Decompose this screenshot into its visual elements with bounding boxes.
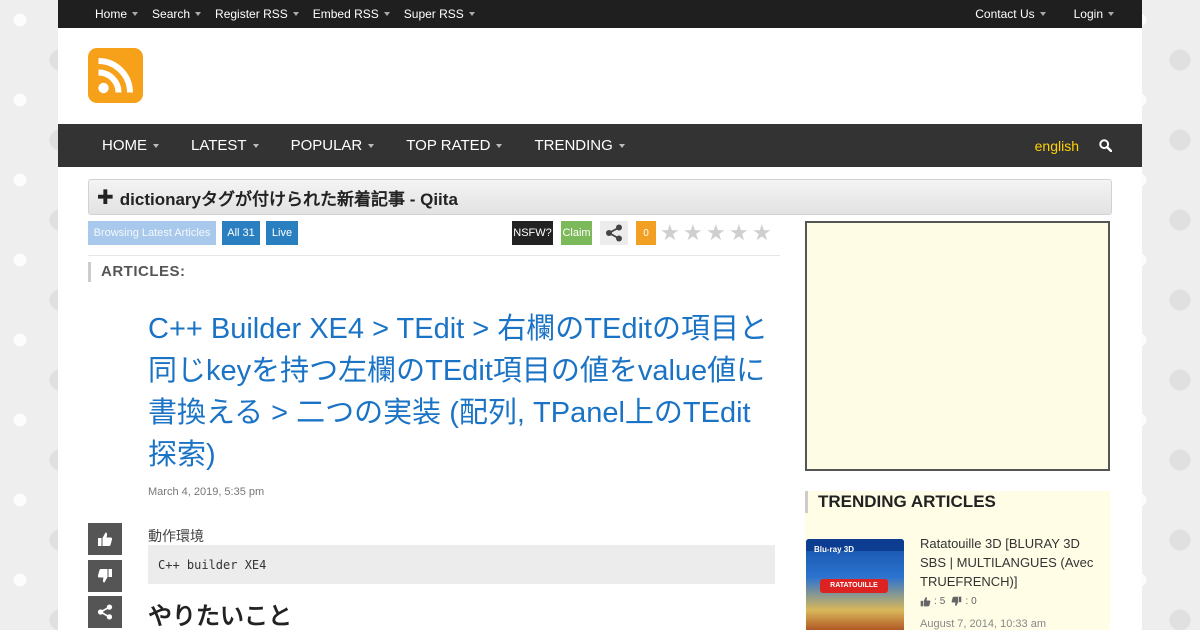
cover-title: RATATOUILLE [820,579,888,593]
caret-down-icon [132,12,139,16]
top-bar-right: Contact Us Login [961,7,1114,21]
nsfw-button[interactable]: NSFW? [512,221,553,245]
top-bar: Home Search Register RSS Embed RSS Super… [58,0,1142,28]
nav-top-rated[interactable]: TOP RATED [406,137,503,154]
star-icon[interactable]: ★ [683,222,706,244]
topbar-register-rss[interactable]: Register RSS [215,7,299,21]
plus-icon[interactable]: ✚ [97,185,114,210]
caret-down-icon [618,143,625,148]
thumbs-down-icon [951,596,962,606]
thumbs-up-icon [98,532,113,546]
all-articles-button[interactable]: All 31 [222,221,260,245]
trending-item-votes: : 5 : 0 [920,596,977,607]
caret-down-icon [195,12,202,16]
star-icon[interactable]: ★ [752,222,775,244]
site-header [58,28,1142,124]
main-nav: HOME LATEST POPULAR TOP RATED TRENDING e… [58,124,1142,167]
caret-down-icon [383,12,390,16]
caret-down-icon [292,12,299,16]
claim-button[interactable]: Claim [561,221,592,245]
article-heading: やりたいこと [148,603,292,630]
article-date: March 4, 2019, 5:35 pm [148,486,265,498]
search-icon[interactable] [1099,139,1112,152]
nav-trending[interactable]: TRENDING [534,137,625,154]
subscriber-count-badge: 0 [636,221,656,245]
trending-item-title[interactable]: Ratatouille 3D [BLURAY 3D SBS | MULTILAN… [920,534,1106,591]
topbar-super-rss[interactable]: Super RSS [404,7,475,21]
share-button[interactable] [600,221,628,245]
topbar-search[interactable]: Search [152,7,202,21]
star-icon[interactable]: ★ [660,222,683,244]
trending-articles: TRENDING ARTICLES Blu-ray 3D RATATOUILLE… [805,491,1110,630]
top-bar-left: Home Search Register RSS Embed RSS Super… [95,7,489,21]
page-title: dictionaryタグが付けられた新着記事 - Qiita [119,189,458,209]
likes-count: 5 [939,596,946,607]
article-title-link[interactable]: C++ Builder XE4 > TEdit > 右欄のTEditの項目と同じ… [148,308,778,476]
article-env-label: 動作環境 [148,528,204,544]
caret-down-icon [368,143,375,148]
cover-brand-band: Blu-ray 3D [806,539,904,554]
star-icon[interactable]: ★ [706,222,729,244]
feed-title-bar: ✚ dictionaryタグが付けられた新着記事 - Qiita [88,179,1112,215]
caret-down-icon [153,143,159,148]
topbar-embed-rss[interactable]: Embed RSS [313,7,390,21]
divider [88,255,780,256]
caret-down-icon [252,143,259,148]
like-button[interactable] [88,523,122,555]
nav-home[interactable]: HOME [102,137,159,154]
feed-actions: Browsing Latest Articles All 31 Live NSF… [88,221,780,247]
thumbs-down-icon [97,569,112,583]
rating-stars[interactable]: ★ ★ ★ ★ ★ [660,222,775,244]
nav-latest[interactable]: LATEST [191,137,259,154]
nav-popular[interactable]: POPULAR [291,137,375,154]
share-icon [606,224,622,242]
articles-label: ARTICLES: [88,262,186,282]
rss-icon[interactable] [88,48,143,103]
caret-down-icon [1039,12,1046,16]
trending-heading: TRENDING ARTICLES [805,491,996,513]
topbar-login[interactable]: Login [1074,7,1114,21]
dislikes-count: 0 [971,596,977,607]
live-button[interactable]: Live [266,221,298,245]
thumbs-up-icon [920,597,931,607]
caret-down-icon [468,12,475,16]
topbar-home[interactable]: Home [95,7,139,21]
share-icon [97,604,113,620]
star-icon[interactable]: ★ [729,222,752,244]
trending-item-thumbnail[interactable]: Blu-ray 3D RATATOUILLE [806,539,904,630]
advertisement-box [805,221,1110,471]
dislike-button[interactable] [88,560,122,592]
code-block: C++ builder XE4 [148,545,775,584]
browsing-latest-articles-button[interactable]: Browsing Latest Articles [88,221,216,245]
caret-down-icon [1108,12,1114,16]
topbar-contact-us[interactable]: Contact Us [975,7,1046,21]
page: Home Search Register RSS Embed RSS Super… [58,0,1142,630]
main-nav-right: english [1035,138,1112,154]
main-nav-items: HOME LATEST POPULAR TOP RATED TRENDING [102,137,657,154]
caret-down-icon [496,143,503,148]
language-selector[interactable]: english [1035,138,1079,154]
trending-item-date: August 7, 2014, 10:33 am [920,618,1046,630]
article-share-button[interactable] [88,596,122,628]
